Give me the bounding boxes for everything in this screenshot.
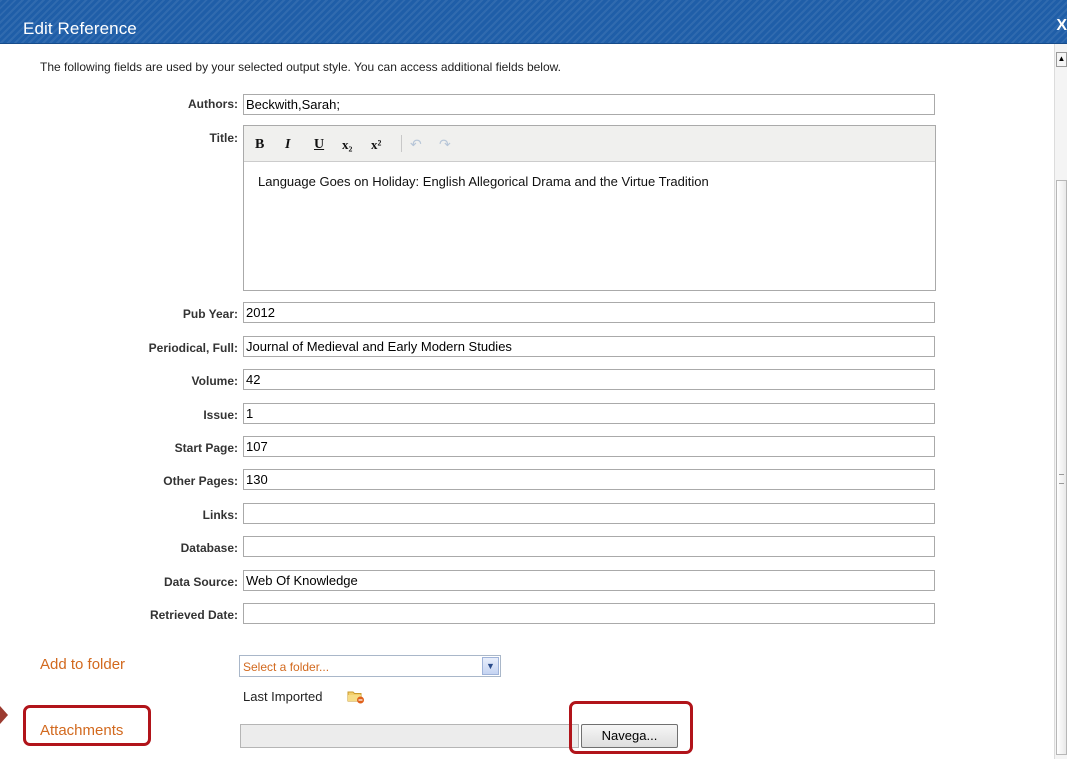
links-label: Links:: [202, 508, 238, 522]
intro-text: The following fields are used by your se…: [40, 60, 561, 74]
authors-label: Authors:: [188, 97, 238, 111]
title-rich-editor: B I U x₂ x² ↶ ↷ Language Goes on Holiday…: [243, 125, 936, 291]
start-page-label: Start Page:: [174, 441, 238, 455]
bold-button[interactable]: B: [255, 137, 264, 153]
database-label: Database:: [180, 541, 238, 555]
links-field[interactable]: [243, 503, 935, 524]
other-pages-field[interactable]: 130: [243, 469, 935, 490]
redo-icon[interactable]: ↷: [439, 137, 451, 153]
issue-field[interactable]: 1: [243, 403, 935, 424]
title-editor-text[interactable]: Language Goes on Holiday: English Allego…: [244, 162, 935, 189]
volume-label: Volume:: [191, 374, 238, 388]
toolbar-divider: [401, 135, 402, 152]
pub-year-label: Pub Year:: [182, 307, 238, 321]
close-icon[interactable]: X: [1056, 17, 1067, 35]
title-label: Title:: [209, 131, 238, 145]
periodical-label: Periodical, Full:: [148, 341, 238, 355]
scroll-up-icon[interactable]: ▲: [1056, 52, 1067, 67]
superscript-button[interactable]: x²: [371, 137, 381, 153]
data-source-label: Data Source:: [163, 575, 238, 589]
subscript-button[interactable]: x₂: [342, 137, 352, 153]
folder-select-value: Select a folder...: [243, 660, 330, 674]
folder-add-icon[interactable]: [347, 689, 365, 704]
volume-field[interactable]: 42: [243, 369, 935, 390]
retrieved-date-field[interactable]: [243, 603, 935, 624]
file-path-input[interactable]: [240, 724, 579, 748]
italic-button[interactable]: I: [285, 137, 290, 153]
editor-toolbar: B I U x₂ x² ↶ ↷: [244, 126, 935, 162]
data-source-field[interactable]: Web Of Knowledge: [243, 570, 935, 591]
issue-label: Issue:: [203, 408, 238, 422]
other-pages-label: Other Pages:: [163, 474, 238, 488]
last-imported-label: Last Imported: [243, 689, 323, 704]
folder-select[interactable]: Select a folder... ▼: [239, 655, 501, 677]
scrollbar-thumb[interactable]: [1056, 180, 1067, 755]
authors-field[interactable]: Beckwith,Sarah;: [243, 94, 935, 115]
database-field[interactable]: [243, 536, 935, 557]
retrieved-date-label: Retrieved Date:: [149, 608, 238, 622]
chevron-down-icon[interactable]: ▼: [482, 657, 499, 675]
browse-highlight: [569, 701, 693, 754]
attachments-highlight: [23, 705, 151, 746]
dialog-title: Edit Reference: [23, 19, 137, 38]
pointer-arrow: [0, 706, 8, 724]
underline-button[interactable]: U: [314, 137, 324, 153]
dialog-title-bar: Edit Reference X: [0, 0, 1067, 44]
scroll-grip: [1059, 474, 1064, 484]
start-page-field[interactable]: 107: [243, 436, 935, 457]
pub-year-field[interactable]: 2012: [243, 302, 935, 323]
add-to-folder-label: Add to folder: [40, 656, 126, 673]
undo-icon[interactable]: ↶: [410, 137, 422, 153]
periodical-field[interactable]: Journal of Medieval and Early Modern Stu…: [243, 336, 935, 357]
